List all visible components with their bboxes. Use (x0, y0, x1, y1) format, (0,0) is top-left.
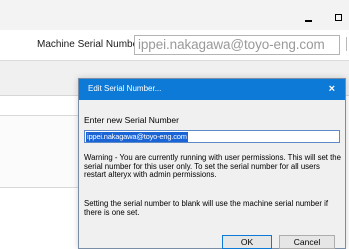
permission-warning-text: Warning - You are currently running with… (84, 153, 341, 180)
new-serial-value: ippei.nakagawa@toyo-eng.com (86, 132, 188, 142)
blank-serial-note: Setting the serial number to blank will … (84, 199, 328, 217)
background-divider (0, 187, 80, 188)
new-serial-input[interactable]: ippei.nakagawa@toyo-eng.com (84, 130, 340, 143)
close-icon[interactable]: × (329, 82, 335, 96)
edit-serial-dialog: Edit Serial Number... × Enter new Serial… (78, 78, 346, 249)
dialog-title: Edit Serial Number... (88, 84, 162, 93)
cancel-button[interactable]: Cancel (279, 235, 335, 249)
serial-prompt-label: Enter new Serial Number (84, 115, 179, 125)
machine-serial-label: Machine Serial Number (37, 39, 142, 50)
dialog-title-bar: Edit Serial Number... × (79, 79, 345, 100)
minimize-button[interactable] (305, 20, 312, 22)
machine-serial-row: Machine Serial Number ippei.nakagawa@toy… (0, 30, 349, 61)
window-title-bar (0, 0, 349, 30)
ok-button[interactable]: OK (222, 235, 272, 249)
maximize-icon[interactable] (335, 14, 342, 21)
machine-serial-value: ippei.nakagawa@toyo-eng.com (138, 37, 325, 52)
background-panel (0, 115, 80, 187)
scroll-edge (346, 37, 347, 51)
background-divider (0, 115, 80, 116)
machine-serial-field[interactable]: ippei.nakagawa@toyo-eng.com (134, 35, 340, 55)
